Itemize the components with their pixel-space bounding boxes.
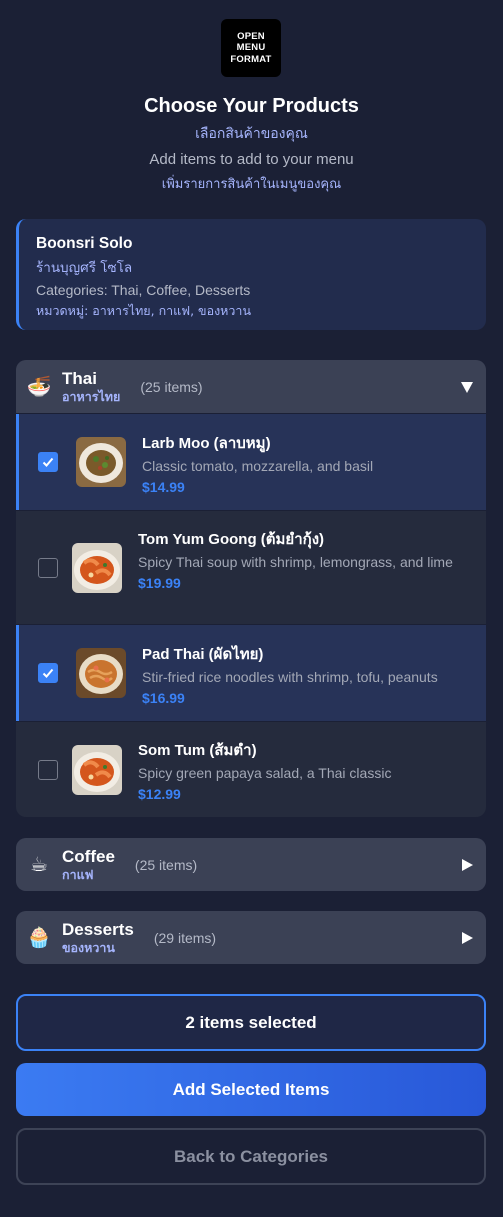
triangle-right-icon[interactable] xyxy=(460,931,474,945)
item-checkbox[interactable] xyxy=(38,760,58,780)
coffee-cup-icon: ☕ xyxy=(30,854,48,876)
category-name: Desserts xyxy=(62,919,134,939)
store-name: Boonsri Solo xyxy=(36,235,133,252)
item-description: Stir-fried rice noodles with shrimp, tof… xyxy=(142,669,438,685)
item-price: $16.99 xyxy=(142,690,185,706)
checkmark-icon xyxy=(42,457,54,467)
category-name-thai: อาหารไทย xyxy=(62,388,121,404)
item-name: Tom Yum Goong (ต้มยำกุ้ง) xyxy=(138,531,325,548)
checkmark-icon xyxy=(42,668,54,678)
item-description: Spicy green papaya salad, a Thai classic xyxy=(138,765,392,781)
list-item[interactable]: Pad Thai (ผัดไทย) Stir-fried rice noodle… xyxy=(16,624,486,721)
item-description: Classic tomato, mozzarella, and basil xyxy=(142,458,374,474)
tom-yum-goong-image xyxy=(72,543,122,593)
category-panel-thai: 🍜 Thai อาหารไทย (25 items) Larb Moo (ลาบ… xyxy=(16,360,486,817)
noodle-bowl-icon: 🍜 xyxy=(26,376,52,398)
larb-moo-image xyxy=(76,437,126,487)
list-item[interactable]: Tom Yum Goong (ต้มยำกุ้ง) Spicy Thai sou… xyxy=(16,510,486,624)
category-header-coffee[interactable]: ☕ Coffee กาแฟ (25 items) xyxy=(16,838,486,891)
item-checkbox[interactable] xyxy=(38,558,58,578)
item-name: Pad Thai (ผัดไทย) xyxy=(142,646,264,663)
pad-thai-image xyxy=(76,648,126,698)
category-name: Thai xyxy=(62,368,97,388)
category-header-thai[interactable]: 🍜 Thai อาหารไทย (25 items) xyxy=(16,360,486,413)
category-item-count: (25 items) xyxy=(134,856,198,873)
page-title-thai: เลือกสินค้าของคุณ xyxy=(195,126,308,142)
category-header-desserts[interactable]: 🧁 Desserts ของหวาน (29 items) xyxy=(16,911,486,964)
list-item[interactable]: Larb Moo (ลาบหมู) Classic tomato, mozzar… xyxy=(16,413,486,510)
store-categories-thai: หมวดหมู่: อาหารไทย, กาแฟ, ของหวาน xyxy=(36,303,251,318)
category-name-thai: ของหวาน xyxy=(62,939,115,955)
category-name: Coffee xyxy=(62,846,115,866)
triangle-right-icon[interactable] xyxy=(460,858,474,872)
item-price: $19.99 xyxy=(138,575,181,591)
cupcake-icon: 🧁 xyxy=(26,927,52,949)
add-selected-items-button[interactable]: Add Selected Items xyxy=(16,1063,486,1116)
selected-count-display: 2 items selected xyxy=(16,994,486,1051)
logo-line-3: FORMAT xyxy=(230,53,272,65)
som-tum-image xyxy=(72,745,122,795)
store-name-thai: ร้านบุญศรี โซโล xyxy=(36,260,133,276)
category-item-count: (29 items) xyxy=(153,929,217,946)
page-subtitle-thai: เพิ่มรายการสินค้าในเมนูของคุณ xyxy=(161,177,342,192)
item-price: $14.99 xyxy=(142,479,185,495)
category-name-thai: กาแฟ xyxy=(62,866,94,882)
category-panel-desserts: 🧁 Desserts ของหวาน (29 items) xyxy=(16,911,486,964)
store-info-card: Boonsri Solo ร้านบุญศรี โซโล Categories:… xyxy=(16,219,486,330)
item-checkbox[interactable] xyxy=(38,663,58,683)
item-price: $12.99 xyxy=(138,786,181,802)
item-description: Spicy Thai soup with shrimp, lemongrass,… xyxy=(138,554,453,570)
item-name: Larb Moo (ลาบหมู) xyxy=(142,435,271,452)
triangle-down-icon[interactable] xyxy=(460,380,474,394)
page-subtitle: Add items to add to your menu xyxy=(149,151,354,168)
list-item[interactable]: Som Tum (ส้มตำ) Spicy green papaya salad… xyxy=(16,721,486,816)
page-title: Choose Your Products xyxy=(144,95,359,117)
category-panel-coffee: ☕ Coffee กาแฟ (25 items) xyxy=(16,838,486,891)
item-checkbox[interactable] xyxy=(38,452,58,472)
category-item-count: (25 items) xyxy=(140,378,203,395)
back-to-categories-button[interactable]: Back to Categories xyxy=(16,1128,486,1185)
open-menu-format-logo: OPEN MENU FORMAT xyxy=(221,19,281,77)
logo-line-1: OPEN xyxy=(237,30,265,42)
item-name: Som Tum (ส้มตำ) xyxy=(138,742,257,759)
logo-line-2: MENU xyxy=(236,42,266,54)
store-categories: Categories: Thai, Coffee, Desserts xyxy=(36,282,251,298)
